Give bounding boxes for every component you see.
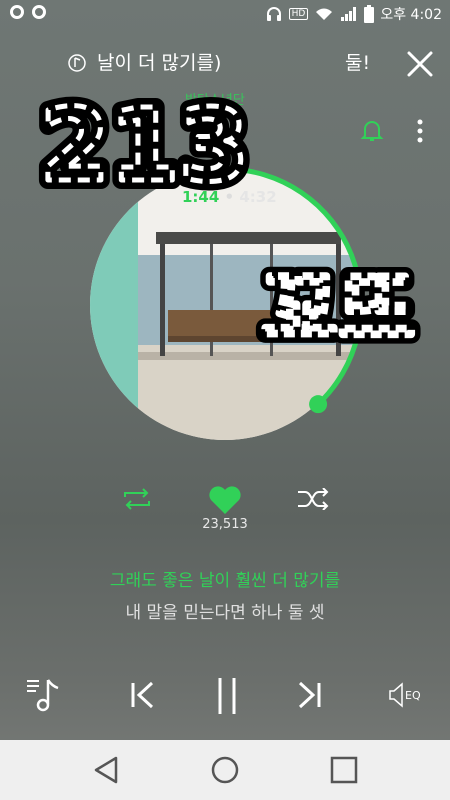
eq-icon [389,682,403,708]
song-title-marquee: 둘! [345,52,371,74]
notification-icon [10,5,24,19]
elapsed-time: 1:44 [182,188,220,206]
navigation-bar [0,740,450,800]
status-notifications [10,5,46,19]
total-time: 4:32 [239,188,277,206]
eq-label: EQ [405,688,421,702]
music-note-icon [68,54,86,72]
prev-icon[interactable] [130,680,156,710]
home-icon[interactable] [210,755,240,785]
playback-controls: EQ [0,672,450,722]
signal-icon [341,7,357,21]
progress-knob [309,395,328,414]
heart-icon[interactable] [207,484,243,516]
shuffle-icon[interactable] [296,488,330,510]
battery-icon [364,5,375,23]
close-icon[interactable] [404,48,436,80]
notification-icon [32,5,46,19]
time-display: 1:44 • 4:32 [182,188,277,206]
pause-icon[interactable] [216,676,238,716]
playlist-icon[interactable] [24,674,64,714]
secondary-controls [0,480,450,520]
repeat-icon[interactable] [121,488,153,510]
lyric-next-line[interactable]: 내 말을 믿는다면 하나 둘 셋 [0,598,450,623]
next-icon[interactable] [296,680,322,710]
album-art [90,166,364,440]
like-count: 23,513 [202,517,248,532]
status-indicators: HD 오후 4:02 [265,4,442,24]
hd-icon: HD [288,8,309,20]
headphones-icon [266,7,281,21]
bell-icon[interactable] [360,118,384,144]
song-title-text: 날이 더 많기를) [97,52,222,74]
back-icon[interactable] [92,755,120,785]
artist-name[interactable]: 방탄소년단 [185,89,245,108]
status-bar: HD 오후 4:02 [0,0,450,30]
wifi-icon [316,8,333,20]
time-separator: • [224,188,235,206]
status-time: 오후 4:02 [380,7,442,23]
eq-button[interactable]: EQ [388,682,421,708]
lyric-current-line[interactable]: 그래도 좋은 날이 훨씬 더 많기를 [0,566,450,591]
more-vert-icon[interactable] [416,118,424,144]
song-title: 날이 더 많기를) [97,48,221,75]
recents-icon[interactable] [330,756,358,784]
